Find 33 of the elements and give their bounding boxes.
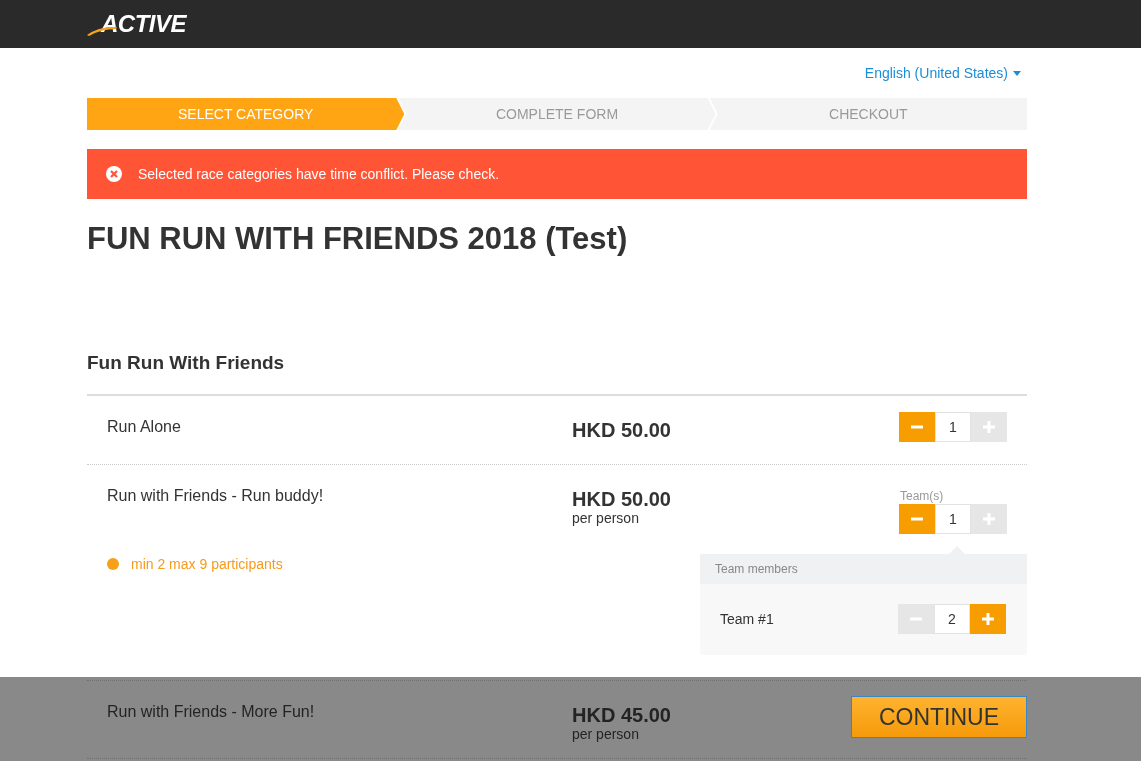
category-name: Run with Friends - More Fun! [107,703,316,721]
category-name: Run with Friends - Run buddy! [107,487,325,505]
plus-icon [983,513,995,525]
continue-button[interactable]: CONTINUE [851,696,1027,738]
panel-heading: Team members [700,554,1027,584]
plus-button[interactable] [970,604,1006,634]
price: HKD 50.00 [572,488,672,510]
stepper-label: Team(s) [900,489,945,503]
participants-note: min 2 max 9 participants [131,556,283,572]
minus-button[interactable] [899,412,935,442]
price-note: per person [572,510,640,526]
minus-button[interactable] [899,504,935,534]
alert-message: Selected race categories have time conflict. Please check. [138,166,500,182]
plus-icon [983,421,995,433]
error-icon [106,166,122,182]
team-name: Team #1 [720,611,774,627]
active-logo[interactable]: ACTIVE [87,10,186,38]
quantity-field[interactable]: 1 [935,412,971,442]
category-name: Run Alone [107,418,182,436]
quantity-field[interactable]: 2 [934,604,970,634]
progress-step: CHECKOUT [709,98,1027,130]
section-title: Fun Run With Friends [87,352,1027,396]
event-title: FUN RUN WITH FRIENDS 2018 (Test) [87,221,629,257]
price: HKD 50.00 [572,419,672,441]
status-dot [107,558,119,570]
progress-step: SELECT CATEGORY [87,98,405,130]
plus-icon [982,613,994,625]
caret-icon [1013,70,1021,76]
quantity-field[interactable]: 1 [935,504,971,534]
progress-step: COMPLETE FORM [398,98,716,130]
price: HKD 45.00 [572,704,672,726]
language-dropdown[interactable]: English (United States) [864,64,1021,82]
price-note: per person [572,726,640,742]
